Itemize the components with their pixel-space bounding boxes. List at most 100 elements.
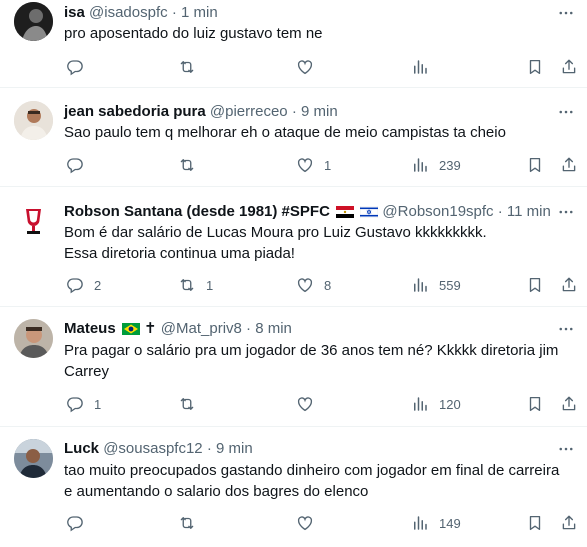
reply-icon <box>66 276 84 294</box>
views-button[interactable]: 149 <box>411 513 461 533</box>
reply-button[interactable] <box>66 155 94 175</box>
tweet-text: Pra pagar o salário pra um jogador de 36… <box>64 340 564 382</box>
retweet-count: 1 <box>206 277 214 293</box>
timestamp[interactable]: 9 min <box>301 103 338 120</box>
tweet[interactable]: Robson Santana (desde 1981) #SPFC @Robso… <box>0 187 587 307</box>
display-name[interactable]: Luck <box>64 440 99 457</box>
egypt-flag-icon <box>336 206 355 218</box>
views-count: 120 <box>439 396 461 412</box>
avatar[interactable] <box>14 439 53 478</box>
views-button[interactable] <box>411 57 439 77</box>
tweet-actions: 1 239 <box>64 155 580 175</box>
separator: · <box>206 440 212 457</box>
share-button[interactable] <box>560 394 578 414</box>
heart-icon <box>296 276 314 294</box>
tweet-text: Sao paulo tem q melhorar eh o ataque de … <box>64 124 506 141</box>
share-icon <box>560 58 578 76</box>
reply-button[interactable] <box>66 57 94 77</box>
more-icon[interactable] <box>557 4 575 22</box>
like-button[interactable] <box>296 513 324 533</box>
like-button[interactable] <box>296 57 324 77</box>
tweet-header: Mateus ✝ @Mat_priv8 · 8 min <box>64 320 292 338</box>
tweet-header: Luck @sousaspfc12 · 9 min <box>64 440 253 458</box>
avatar[interactable] <box>14 2 53 41</box>
tweet-text-line: Carrey <box>64 363 110 380</box>
retweet-button[interactable] <box>178 155 206 175</box>
tweet[interactable]: isa @isadospfc · 1 min pro aposentado do… <box>0 0 587 88</box>
tweet-header: jean sabedoria pura @pierreceo · 9 min <box>64 103 338 121</box>
user-handle[interactable]: @sousaspfc12 <box>103 440 202 457</box>
views-count: 239 <box>439 157 461 173</box>
like-button[interactable]: 1 <box>296 155 331 175</box>
more-icon[interactable] <box>557 103 575 121</box>
avatar[interactable] <box>14 319 53 358</box>
views-button[interactable]: 239 <box>411 155 461 175</box>
retweet-button[interactable] <box>178 57 206 77</box>
views-icon <box>411 276 429 294</box>
share-button[interactable] <box>560 275 578 295</box>
views-icon <box>411 156 429 174</box>
more-icon[interactable] <box>557 320 575 338</box>
tweet-text: Bom é dar salário de Lucas Moura pro Lui… <box>64 222 564 264</box>
share-icon <box>560 395 578 413</box>
reply-button[interactable]: 1 <box>66 394 101 414</box>
retweet-icon <box>178 395 196 413</box>
like-button[interactable]: 8 <box>296 275 331 295</box>
views-icon <box>411 514 429 532</box>
tweet[interactable]: jean sabedoria pura @pierreceo · 9 min S… <box>0 88 587 187</box>
share-icon <box>560 156 578 174</box>
share-icon <box>560 276 578 294</box>
timestamp[interactable]: 8 min <box>255 320 292 337</box>
bookmark-button[interactable] <box>526 394 544 414</box>
views-button[interactable]: 120 <box>411 394 461 414</box>
share-button[interactable] <box>560 57 578 77</box>
like-button[interactable] <box>296 394 324 414</box>
brazil-flag-icon <box>121 323 140 335</box>
bookmark-icon <box>526 514 544 532</box>
bookmark-button[interactable] <box>526 513 544 533</box>
separator: · <box>291 103 297 120</box>
tweet-text-line: e aumentando o salario dos bagres do ele… <box>64 483 369 500</box>
retweet-button[interactable] <box>178 394 206 414</box>
reply-button[interactable] <box>66 513 94 533</box>
bookmark-button[interactable] <box>526 155 544 175</box>
bookmark-icon <box>526 156 544 174</box>
israel-flag-icon <box>360 206 379 218</box>
timestamp[interactable]: 1 min <box>181 4 218 21</box>
tweet[interactable]: Luck @sousaspfc12 · 9 min tao muito preo… <box>0 427 587 547</box>
bookmark-button[interactable] <box>526 57 544 77</box>
avatar[interactable] <box>14 201 53 240</box>
more-icon[interactable] <box>557 440 575 458</box>
display-name[interactable]: Robson Santana (desde 1981) #SPFC <box>64 203 330 220</box>
tweet-header: isa @isadospfc · 1 min <box>64 4 218 22</box>
timestamp[interactable]: 9 min <box>216 440 253 457</box>
display-name[interactable]: jean sabedoria pura <box>64 103 206 120</box>
tweet[interactable]: Mateus ✝ @Mat_priv8 · 8 min Pra pagar o … <box>0 307 587 427</box>
user-handle[interactable]: @Robson19spfc <box>382 203 493 220</box>
display-name[interactable]: isa <box>64 4 85 21</box>
share-button[interactable] <box>560 155 578 175</box>
user-handle[interactable]: @pierreceo <box>210 103 288 120</box>
more-icon[interactable] <box>557 203 575 221</box>
reply-button[interactable]: 2 <box>66 275 101 295</box>
retweet-button[interactable] <box>178 513 206 533</box>
avatar[interactable] <box>14 101 53 140</box>
tweet-text: pro aposentado do luiz gustavo tem ne <box>64 25 323 42</box>
tweet-actions <box>64 57 580 77</box>
heart-icon <box>296 58 314 76</box>
heart-icon <box>296 395 314 413</box>
tweet-actions: 1 120 <box>64 394 580 414</box>
display-name[interactable]: Mateus <box>64 320 116 337</box>
user-handle[interactable]: @Mat_priv8 <box>161 320 242 337</box>
retweet-button[interactable]: 1 <box>178 275 213 295</box>
separator: · <box>497 203 503 220</box>
heart-icon <box>296 514 314 532</box>
bookmark-button[interactable] <box>526 275 544 295</box>
user-handle[interactable]: @isadospfc <box>89 4 168 21</box>
share-button[interactable] <box>560 513 578 533</box>
timestamp[interactable]: 11 min <box>507 203 551 220</box>
tweet-text-line: Bom é dar salário de Lucas Moura pro Lui… <box>64 224 487 241</box>
views-icon <box>411 395 429 413</box>
views-button[interactable]: 559 <box>411 275 461 295</box>
tweet-actions: 149 <box>64 513 580 533</box>
